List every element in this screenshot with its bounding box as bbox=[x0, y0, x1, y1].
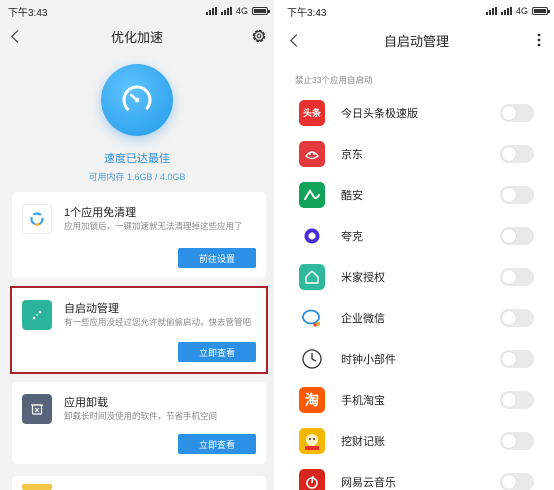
uninstall-icon bbox=[22, 394, 52, 424]
optimize-screen: 下午3:43 4G 优化加速 速度已达最佳 可用内存 1.6GB / 4.0GB… bbox=[0, 0, 274, 490]
app-row-wacai: 挖财记账 bbox=[279, 420, 554, 461]
app-row-netease-music: 网易云音乐 bbox=[279, 461, 554, 490]
app-name: 酷安 bbox=[341, 189, 363, 202]
autostart-screen: 下午3:43 4G 自启动管理 禁止33个应用自启动 头条 今日头条极速版 京东 bbox=[279, 0, 554, 490]
app-row-wework: 企业微信 bbox=[279, 297, 554, 338]
card-title: 1个应用免清理 bbox=[64, 207, 137, 219]
gear-icon bbox=[252, 29, 266, 43]
autostart-toggle[interactable] bbox=[500, 185, 534, 204]
network-type: 4G bbox=[515, 6, 528, 16]
quark-icon bbox=[299, 222, 325, 249]
page-title: 自启动管理 bbox=[383, 33, 449, 49]
ring-icon bbox=[22, 204, 52, 234]
memory-text: 可用内存 1.6GB / 4.0GB bbox=[88, 172, 186, 182]
partial-card-icon bbox=[22, 484, 52, 490]
toutiao-icon: 头条 bbox=[299, 99, 325, 126]
coolapk-icon bbox=[299, 181, 325, 208]
autostart-toggle[interactable] bbox=[500, 472, 534, 490]
autostart-toggle[interactable] bbox=[500, 267, 534, 286]
signal-icon bbox=[205, 7, 217, 15]
app-row-jd: 京东 bbox=[279, 133, 554, 174]
status-indicators: 4G bbox=[485, 6, 550, 16]
app-name: 网易云音乐 bbox=[341, 476, 396, 489]
autostart-toggle[interactable] bbox=[500, 144, 534, 163]
back-arrow-icon bbox=[10, 29, 24, 43]
nav-bar: 自启动管理 bbox=[279, 26, 554, 54]
speedometer-icon bbox=[101, 64, 173, 136]
clock-icon bbox=[299, 345, 325, 372]
network-type: 4G bbox=[235, 6, 248, 16]
app-row-taobao: 淘 手机淘宝 bbox=[279, 379, 554, 420]
app-name: 手机淘宝 bbox=[341, 394, 385, 407]
card-uninstall: 应用卸载 卸载长时间没使用的软件，节省手机空间 立即查看 bbox=[12, 382, 266, 464]
autostart-toggle[interactable] bbox=[500, 390, 534, 409]
app-row-quark: 夸克 bbox=[279, 215, 554, 256]
settings-button[interactable] bbox=[244, 22, 274, 50]
highlight-frame bbox=[10, 286, 268, 374]
app-row-toutiao: 头条 今日头条极速版 bbox=[279, 92, 554, 133]
autostart-toggle[interactable] bbox=[500, 226, 534, 245]
app-name: 企业微信 bbox=[341, 312, 385, 325]
app-name: 夸克 bbox=[341, 230, 363, 243]
status-indicators: 4G bbox=[205, 6, 270, 16]
view-uninstall-button[interactable]: 立即查看 bbox=[178, 434, 256, 454]
status-time: 下午3:43 bbox=[287, 7, 327, 19]
battery-icon bbox=[252, 7, 270, 15]
back-button[interactable] bbox=[279, 26, 309, 54]
autostart-toggle[interactable] bbox=[500, 308, 534, 327]
card-description: 卸载长时间没使用的软件，节省手机空间 bbox=[64, 411, 218, 421]
mijia-home-icon bbox=[299, 263, 325, 290]
back-button[interactable] bbox=[0, 22, 30, 50]
wacai-icon bbox=[299, 427, 325, 454]
more-vertical-icon bbox=[537, 33, 541, 47]
status-bar: 下午3:43 4G bbox=[279, 0, 554, 22]
card-partial bbox=[12, 476, 266, 490]
app-row-mijia: 米家授权 bbox=[279, 256, 554, 297]
app-name: 挖财记账 bbox=[341, 435, 385, 448]
signal-icon bbox=[485, 7, 497, 15]
signal-icon-2 bbox=[500, 7, 512, 15]
autostart-toggle[interactable] bbox=[500, 103, 534, 122]
app-row-coolapk: 酷安 bbox=[279, 174, 554, 215]
autostart-toggle[interactable] bbox=[500, 431, 534, 450]
app-list: 头条 今日头条极速版 京东 酷安 夸克 米家授权 企业微信 时钟小部件 淘 手机… bbox=[279, 92, 554, 490]
card-whitelist: 1个应用免清理 应用加锁后，一键加速就无法清理掉这些应用了 前往设置 bbox=[12, 192, 266, 278]
battery-icon bbox=[532, 7, 550, 15]
signal-icon-2 bbox=[220, 7, 232, 15]
back-arrow-icon bbox=[289, 33, 303, 47]
autostart-toggle[interactable] bbox=[500, 349, 534, 368]
more-button[interactable] bbox=[524, 26, 554, 54]
app-name: 今日头条极速版 bbox=[341, 107, 418, 120]
taobao-icon: 淘 bbox=[299, 386, 325, 413]
app-name: 米家授权 bbox=[341, 271, 385, 284]
app-name: 京东 bbox=[341, 148, 363, 161]
speed-status-text: 速度已达最佳 bbox=[104, 153, 170, 165]
status-bar: 下午3:43 4G bbox=[0, 0, 274, 22]
netease-music-icon bbox=[299, 468, 325, 490]
go-settings-button[interactable]: 前往设置 bbox=[178, 248, 256, 268]
card-description: 应用加锁后，一键加速就无法清理掉这些应用了 bbox=[64, 221, 243, 231]
page-title: 优化加速 bbox=[110, 29, 163, 45]
blocked-count: 禁止33个应用自启动 bbox=[295, 75, 373, 85]
app-name: 时钟小部件 bbox=[341, 353, 396, 366]
speed-status: 速度已达最佳 可用内存 1.6GB / 4.0GB bbox=[0, 50, 274, 183]
nav-bar: 优化加速 bbox=[0, 22, 274, 50]
wework-icon bbox=[299, 304, 325, 331]
jd-dog-icon bbox=[299, 140, 325, 167]
app-row-clock: 时钟小部件 bbox=[279, 338, 554, 379]
card-title: 应用卸载 bbox=[64, 397, 108, 409]
status-time: 下午3:43 bbox=[8, 7, 48, 19]
